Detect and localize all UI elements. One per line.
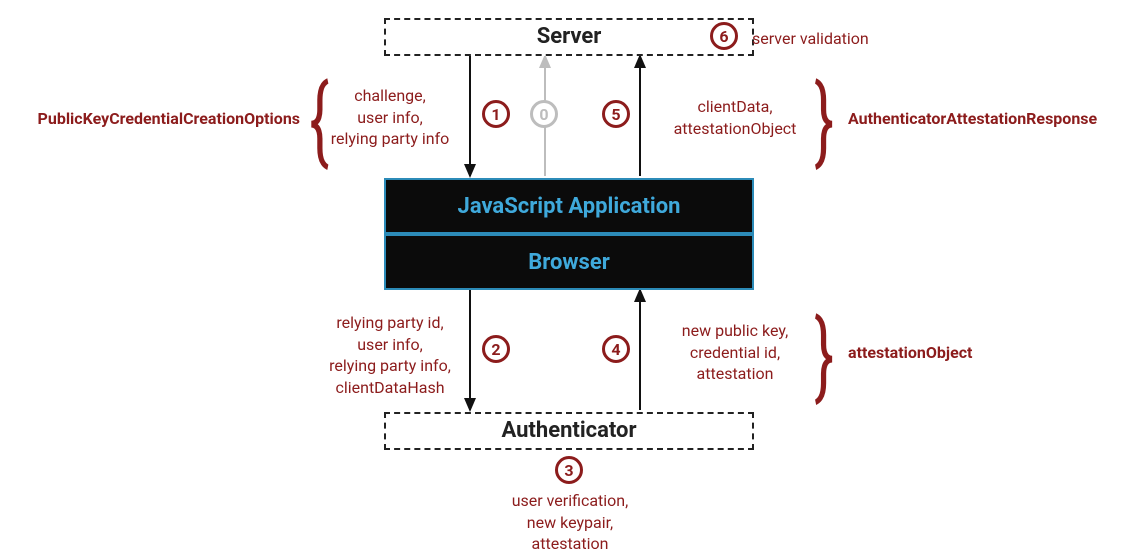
server-title: Server xyxy=(537,26,602,48)
jsapp-box: JavaScript Application xyxy=(384,178,754,234)
step4-detail: new public key, credential id, attestati… xyxy=(655,320,815,385)
step1-detail: challenge, user info, relying party info xyxy=(320,85,460,150)
step3-detail: user verification, new keypair, attestat… xyxy=(470,490,670,555)
step-1-badge: 1 xyxy=(482,100,510,128)
server-validation-label: server validation xyxy=(752,28,952,50)
server-box: Server xyxy=(384,18,754,56)
step-3-badge: 3 xyxy=(555,456,583,484)
browser-title: Browser xyxy=(528,250,610,275)
step-6-badge: 6 xyxy=(710,22,738,50)
browser-box: Browser xyxy=(384,234,754,290)
step-4-badge: 4 xyxy=(602,335,630,363)
step5-detail: clientData, attestationObject xyxy=(655,96,815,139)
step-2-badge: 2 xyxy=(482,335,510,363)
brace-right-top-icon: } xyxy=(814,73,833,169)
jsapp-title: JavaScript Application xyxy=(458,194,681,219)
pkcco-label: PublicKeyCredentialCreationOptions xyxy=(0,108,300,130)
authenticator-title: Authenticator xyxy=(501,420,636,442)
aar-label: AuthenticatorAttestationResponse xyxy=(848,108,1134,130)
authenticator-box: Authenticator xyxy=(384,412,754,450)
brace-right-mid-icon: } xyxy=(814,308,833,404)
step-0-badge: 0 xyxy=(530,100,558,128)
attestation-object-label: attestationObject xyxy=(848,342,1098,364)
step2-detail: relying party id, user info, relying par… xyxy=(310,312,470,398)
step-5-badge: 5 xyxy=(602,100,630,128)
